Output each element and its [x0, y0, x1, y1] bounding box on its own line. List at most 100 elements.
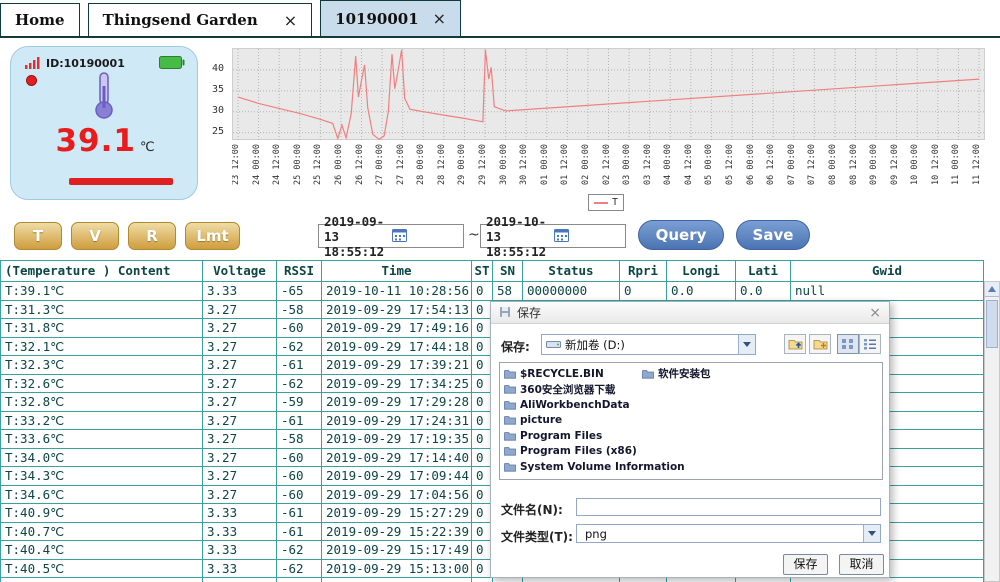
table-cell: T:40.7℃: [0, 523, 203, 542]
file-list-item[interactable]: System Volume Information: [504, 459, 685, 475]
column-header[interactable]: ST: [472, 261, 493, 282]
close-icon[interactable]: ×: [433, 9, 446, 28]
file-list-item[interactable]: Program Files (x86): [504, 444, 685, 460]
column-header[interactable]: (Temperature ) Content: [0, 261, 203, 282]
signal-icon: [25, 54, 41, 73]
table-cell: 0.0: [667, 282, 736, 301]
column-header[interactable]: Status: [523, 261, 620, 282]
dropdown-arrow-icon[interactable]: [738, 335, 755, 354]
table-cell: T:34.3℃: [0, 467, 203, 486]
table-header: (Temperature ) ContentVoltageRSSITimeSTS…: [0, 261, 984, 282]
vertical-scrollbar[interactable]: [984, 281, 1000, 582]
table-cell: T:33.2℃: [0, 412, 203, 431]
chart-legend[interactable]: T: [588, 194, 624, 211]
file-list-item[interactable]: AliWorkbenchData: [504, 397, 685, 413]
date-to-input[interactable]: 2019-10-13 18:55:12: [480, 224, 626, 248]
x-axis-label: 11 00:00: [951, 144, 961, 185]
query-button[interactable]: Query: [638, 220, 724, 250]
x-axis-label: 10 12:00: [931, 144, 941, 185]
file-list-item[interactable]: 360安全浏览器下载: [504, 382, 685, 398]
column-header[interactable]: RSSI: [277, 261, 322, 282]
column-header[interactable]: Rpri: [620, 261, 667, 282]
x-axis-label: 10 00:00: [910, 144, 920, 185]
table-cell: -62: [277, 338, 322, 357]
save-button[interactable]: Save: [736, 220, 810, 250]
table-cell: -62: [277, 541, 322, 560]
table-cell: [736, 578, 791, 582]
dialog-title-bar[interactable]: 保存 ×: [491, 302, 889, 324]
column-header[interactable]: Lati: [736, 261, 791, 282]
tab-thingsend-garden[interactable]: Thingsend Garden ×: [88, 3, 313, 36]
file-list-column-2: 软件安装包: [642, 366, 711, 382]
file-list-item[interactable]: Program Files: [504, 428, 685, 444]
file-list-item[interactable]: 软件安装包: [642, 366, 711, 382]
table-cell: -60: [277, 319, 322, 338]
file-type-combobox[interactable]: png: [576, 524, 881, 543]
file-name: 软件安装包: [658, 366, 711, 381]
table-cell: T:32.6℃: [0, 375, 203, 394]
table-cell: 3.27: [203, 393, 277, 412]
date-to-value: 2019-10-13 18:55:12: [486, 214, 554, 259]
table-cell: 2019-09-29 17:14:40: [322, 449, 472, 468]
tab-home[interactable]: Home: [0, 3, 80, 36]
mode-button-v[interactable]: V: [71, 222, 119, 250]
list-view-button[interactable]: [837, 334, 859, 354]
table-cell: 2019-09-29 15:17:49: [322, 541, 472, 560]
scroll-thumb[interactable]: [986, 300, 998, 348]
calendar-icon[interactable]: [392, 228, 460, 245]
table-cell: T:31.3℃: [0, 301, 203, 320]
chart-plot: [232, 48, 985, 140]
dialog-save-button[interactable]: 保存: [783, 554, 828, 575]
column-header[interactable]: Longi: [667, 261, 736, 282]
dialog-close-button[interactable]: ×: [869, 306, 881, 320]
table-cell: 58: [493, 282, 523, 301]
close-icon[interactable]: ×: [284, 11, 297, 30]
table-row[interactable]: T:40.6℃3.33-622019-09-29 15:08:100: [0, 578, 984, 582]
dialog-cancel-button[interactable]: 取消: [839, 554, 884, 575]
tab-bar: Home Thingsend Garden × 10190001 ×: [0, 0, 1000, 38]
file-name-label: 文件名(N):: [501, 501, 563, 518]
column-header[interactable]: SN: [493, 261, 523, 282]
dropdown-arrow-icon[interactable]: [863, 525, 880, 542]
scroll-up-button[interactable]: [985, 282, 999, 297]
x-axis-label: 06 00:00: [746, 144, 756, 185]
table-row[interactable]: T:39.1℃3.33-652019-10-11 10:28:560580000…: [0, 282, 984, 301]
column-header[interactable]: Gwid: [791, 261, 984, 282]
table-cell: 3.27: [203, 486, 277, 505]
y-axis-label: 40: [212, 63, 224, 74]
device-id: ID:10190001: [46, 57, 159, 70]
file-list-item[interactable]: picture: [504, 413, 685, 429]
table-cell: -59: [277, 393, 322, 412]
up-folder-button[interactable]: [784, 334, 806, 354]
x-axis-label: 05 00:00: [704, 144, 714, 185]
column-header[interactable]: Time: [322, 261, 472, 282]
table-cell: [791, 578, 984, 582]
temperature-value: 39.1: [55, 123, 136, 159]
table-cell: T:32.1℃: [0, 338, 203, 357]
table-cell: 2019-09-29 15:13:00: [322, 560, 472, 579]
table-cell: T:40.6℃: [0, 578, 203, 582]
x-axis-label: 07 12:00: [807, 144, 817, 185]
mode-button-t[interactable]: T: [14, 222, 62, 250]
new-folder-button[interactable]: [809, 334, 831, 354]
tab-10190001[interactable]: 10190001 ×: [320, 0, 461, 36]
details-view-button[interactable]: [859, 334, 881, 354]
table-cell: 3.27: [203, 449, 277, 468]
x-axis-label: 27 12:00: [396, 144, 406, 185]
mode-button-r[interactable]: R: [128, 222, 176, 250]
calendar-icon[interactable]: [554, 228, 622, 245]
file-list[interactable]: $RECYCLE.BIN360安全浏览器下载AliWorkbenchDatapi…: [499, 362, 883, 480]
date-from-input[interactable]: 2019-09-13 18:55:12: [318, 224, 464, 248]
file-name: AliWorkbenchData: [520, 399, 630, 411]
table-cell: -61: [277, 504, 322, 523]
save-dialog: 保存 × 保存: 新加卷 (D:) $RECYCLE.BIN360安全浏览器下载…: [490, 301, 890, 578]
file-name-input[interactable]: [576, 498, 881, 516]
mode-button-lmt[interactable]: Lmt: [185, 222, 240, 250]
x-axis-label: 26 12:00: [355, 144, 365, 185]
table-cell: 2019-09-29 17:49:16: [322, 319, 472, 338]
save-in-combobox[interactable]: 新加卷 (D:): [541, 334, 756, 355]
folder-icon: [504, 431, 516, 441]
table-cell: 2019-09-29 17:09:44: [322, 467, 472, 486]
file-list-column-1: $RECYCLE.BIN360安全浏览器下载AliWorkbenchDatapi…: [504, 366, 685, 475]
column-header[interactable]: Voltage: [203, 261, 277, 282]
